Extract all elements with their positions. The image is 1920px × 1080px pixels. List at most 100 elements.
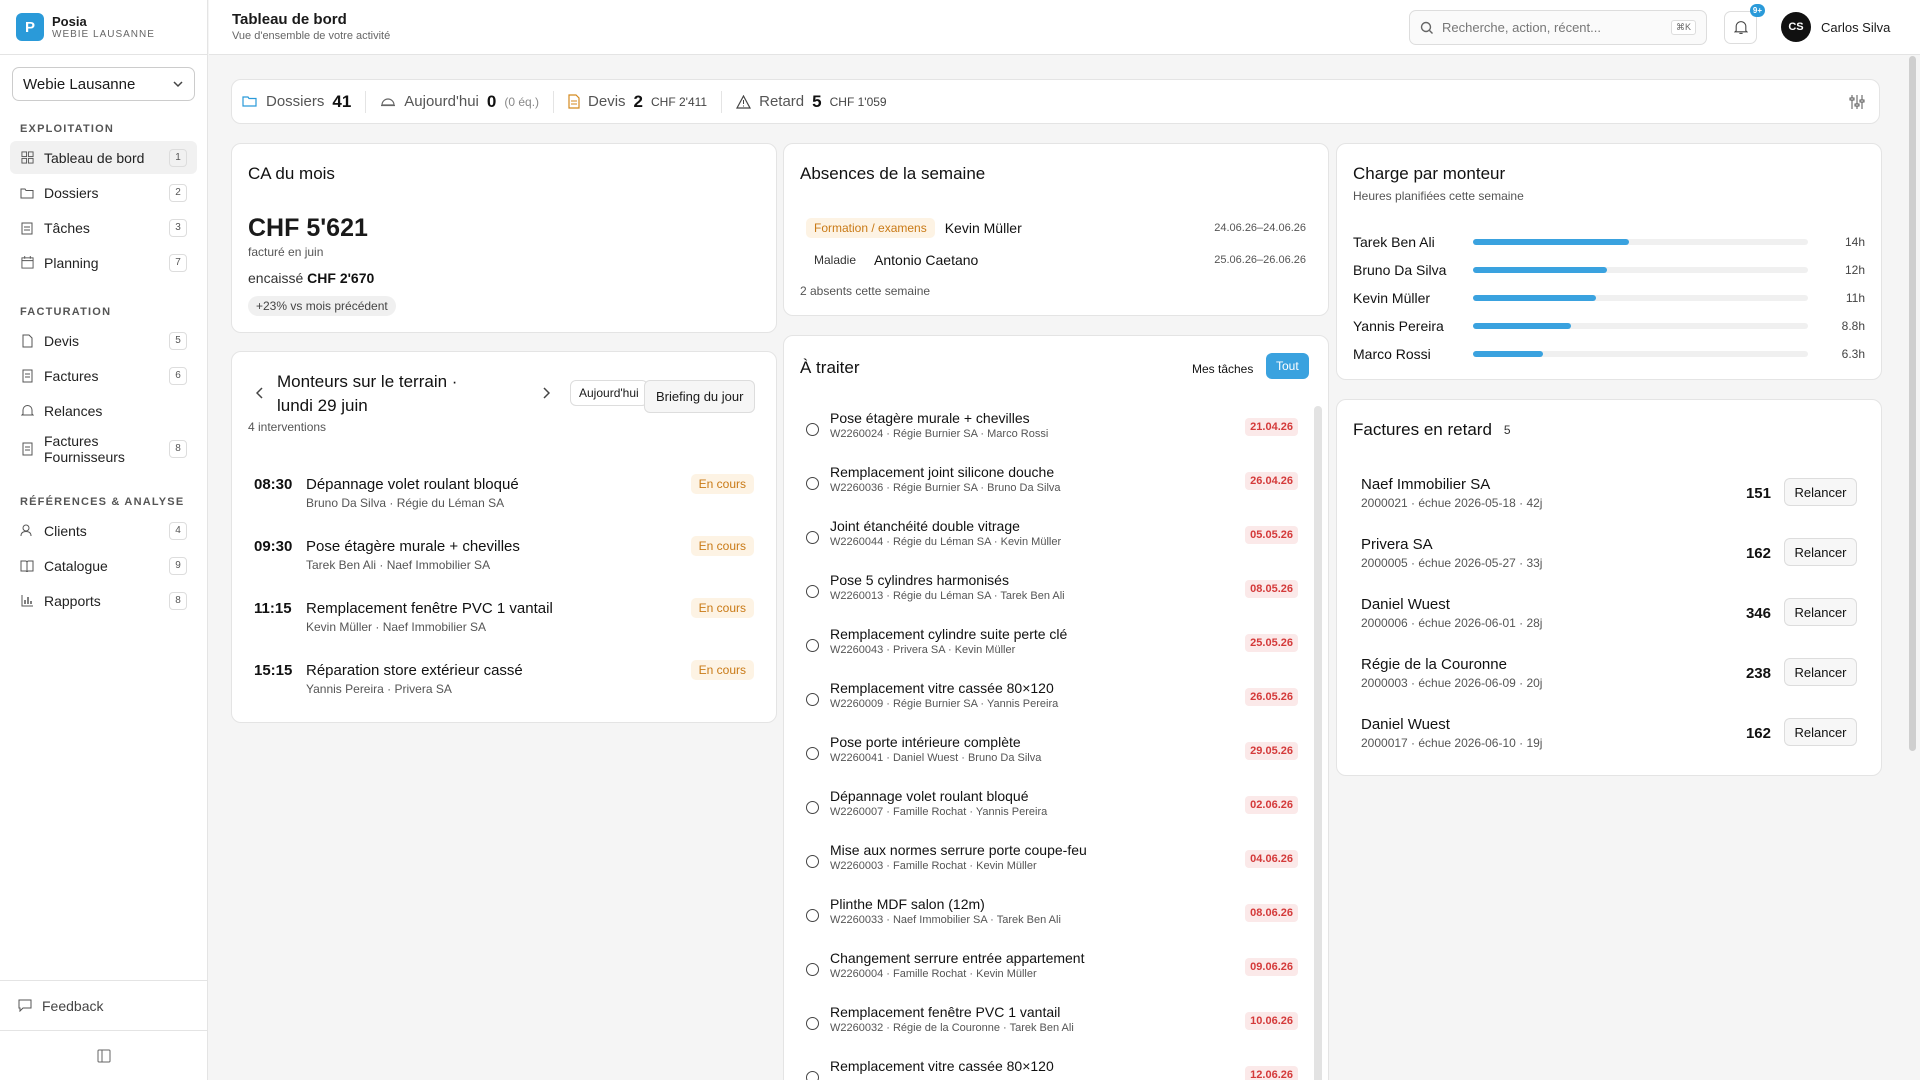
sidebar-item-factures-fournisseurs[interactable]: Factures Fournisseurs 8	[10, 429, 197, 469]
task-row[interactable]: Changement serrure entrée appartement W22…	[806, 950, 1298, 994]
task-row[interactable]: Remplacement vitre cassée 80×120 W2260009…	[806, 680, 1298, 724]
stat-aujourdhui[interactable]: Aujourd'hui 0 (0 éq.)	[380, 90, 555, 113]
sidebar-item-catalogue[interactable]: Catalogue 9	[10, 549, 197, 582]
feedback-label: Feedback	[42, 997, 104, 1014]
tab-mes-taches[interactable]: Mes tâches	[1184, 358, 1261, 380]
task-checkbox[interactable]	[806, 963, 819, 976]
relancer-button[interactable]: Relancer	[1784, 598, 1857, 626]
intervention-row[interactable]: 11:15 Remplacement fenêtre PVC 1 vantail…	[254, 598, 754, 640]
task-row[interactable]: Pose 5 cylindres harmonisés W2260013 · Ré…	[806, 572, 1298, 616]
absence-date: 25.06.26–26.06.26	[1214, 254, 1306, 266]
task-title: Dépannage volet roulant bloqué	[830, 788, 1029, 804]
a-traiter-card: À traiter Mes tâches Tout Pose étagère m…	[783, 335, 1329, 1080]
monteur-name: Bruno Da Silva	[1353, 262, 1447, 278]
absence-row[interactable]: Formation / examens Kevin Müller 24.06.2…	[806, 216, 1306, 240]
task-row[interactable]: Remplacement vitre cassée 80×120 12.06.26	[806, 1058, 1298, 1080]
invoice-amount: 238	[1745, 665, 1771, 682]
sidebar-item-dossiers[interactable]: Dossiers 2	[10, 176, 197, 209]
task-row[interactable]: Joint étanchéité double vitrage W2260044 …	[806, 518, 1298, 562]
ca-du-mois-card: CA du mois CHF 5'621 facturé en juin enc…	[231, 143, 777, 333]
task-checkbox[interactable]	[806, 423, 819, 436]
task-row[interactable]: Plinthe MDF salon (12m) W2260033 · Naef I…	[806, 896, 1298, 940]
task-row[interactable]: Dépannage volet roulant bloqué W2260007 ·…	[806, 788, 1298, 832]
intervention-row[interactable]: 15:15 Réparation store extérieur cassé Y…	[254, 660, 754, 702]
notifications-button[interactable]: 9+	[1724, 4, 1765, 44]
feedback-button[interactable]: Feedback	[0, 980, 207, 1030]
company-select[interactable]: Webie Lausanne	[12, 67, 195, 101]
today-button[interactable]: Aujourd'hui	[570, 380, 648, 406]
user-name[interactable]: Carlos Silva	[1821, 20, 1890, 35]
stat-devis[interactable]: Devis 2 CHF 2'411	[568, 90, 723, 113]
sidebar-item-factures[interactable]: Factures 6	[10, 359, 197, 392]
collapse-sidebar-button[interactable]	[0, 1030, 207, 1080]
task-checkbox[interactable]	[806, 855, 819, 868]
status-badge: En cours	[690, 598, 754, 618]
chevron-left-icon[interactable]	[255, 386, 264, 402]
sidebar-item-devis[interactable]: Devis 5	[10, 324, 197, 357]
tab-tout[interactable]: Tout	[1266, 353, 1309, 379]
sidebar-item-rapports[interactable]: Rapports 8	[10, 584, 197, 617]
stat-value: 5	[812, 91, 822, 111]
task-row[interactable]: Remplacement fenêtre PVC 1 vantail W22600…	[806, 1004, 1298, 1048]
task-checkbox[interactable]	[806, 693, 819, 706]
invoice-meta: 2000003 · échue 2026-06-09 · 20j	[1361, 676, 1543, 690]
relancer-button[interactable]: Relancer	[1784, 718, 1857, 746]
sidebar-item-planning[interactable]: Planning 7	[10, 246, 197, 279]
search-input[interactable]: Recherche, action, récent... ⌘K	[1409, 10, 1707, 45]
task-checkbox[interactable]	[806, 747, 819, 760]
settings-sliders-icon[interactable]	[1849, 94, 1865, 110]
stat-label: Aujourd'hui	[404, 93, 479, 110]
search-icon	[1420, 21, 1433, 34]
chevron-right-icon[interactable]	[542, 386, 551, 402]
briefing-button[interactable]: Briefing du jour	[644, 380, 756, 413]
due-date-badge: 25.05.26	[1245, 634, 1298, 652]
task-row[interactable]: Remplacement cylindre suite perte clé W22…	[806, 626, 1298, 670]
task-checkbox[interactable]	[806, 531, 819, 544]
charge-row: Tarek Ben Ali 14h	[1353, 232, 1865, 252]
sidebar-item-label: Factures Fournisseurs	[44, 433, 125, 465]
task-checkbox[interactable]	[806, 1017, 819, 1030]
task-row[interactable]: Pose étagère murale + chevilles W2260024 …	[806, 410, 1298, 454]
stat-dossiers[interactable]: Dossiers 41	[242, 90, 367, 113]
task-row[interactable]: Pose porte intérieure complète W2260041 ·…	[806, 734, 1298, 778]
status-badge: En cours	[690, 660, 754, 680]
relancer-button[interactable]: Relancer	[1784, 538, 1857, 566]
task-row[interactable]: Remplacement joint silicone douche W22600…	[806, 464, 1298, 508]
overdue-invoice-row[interactable]: Régie de la Couronne 2000003 · échue 2026…	[1361, 656, 1857, 696]
intervention-row[interactable]: 09:30 Pose étagère murale + chevilles Ta…	[254, 536, 754, 578]
task-checkbox[interactable]	[806, 639, 819, 652]
task-row[interactable]: Mise aux normes serrure porte coupe-feu W…	[806, 842, 1298, 886]
task-checkbox[interactable]	[806, 585, 819, 598]
brand[interactable]: P Posia WEBIE LAUSANNE	[0, 0, 207, 55]
overdue-invoice-row[interactable]: Naef Immobilier SA 2000021 · échue 2026-0…	[1361, 476, 1857, 516]
list-scrollbar[interactable]	[1314, 406, 1322, 1080]
stat-retard[interactable]: Retard 5 CHF 1'059	[736, 91, 900, 113]
client-name: Daniel Wuest	[1361, 716, 1450, 733]
posia-logo: P	[16, 13, 44, 41]
overdue-invoice-row[interactable]: Daniel Wuest 2000006 · échue 2026-06-01 ·…	[1361, 596, 1857, 636]
stat-label: Retard	[759, 93, 805, 110]
sidebar-item-label: Tableau de bord	[44, 149, 145, 166]
task-meta: W2260036 · Régie Burnier SA · Bruno Da S…	[830, 482, 1061, 494]
relancer-button[interactable]: Relancer	[1784, 478, 1857, 506]
absence-row[interactable]: Maladie Antonio Caetano 25.06.26–26.06.2…	[806, 248, 1306, 272]
avatar[interactable]: CS	[1781, 12, 1811, 42]
sidebar-item-taches[interactable]: Tâches 3	[10, 211, 197, 244]
sidebar-item-tableau-de-bord[interactable]: Tableau de bord 1	[10, 141, 197, 174]
sidebar-item-clients[interactable]: Clients 4	[10, 514, 197, 547]
relancer-button[interactable]: Relancer	[1784, 658, 1857, 686]
page-scrollbar[interactable]	[1909, 56, 1916, 751]
overdue-invoice-row[interactable]: Daniel Wuest 2000017 · échue 2026-06-10 ·…	[1361, 716, 1857, 756]
task-meta: W2260033 · Naef Immobilier SA · Tarek Be…	[830, 914, 1061, 926]
task-title: Remplacement cylindre suite perte clé	[830, 626, 1068, 642]
sidebar-item-relances[interactable]: Relances	[10, 394, 197, 427]
overdue-invoice-row[interactable]: Privera SA 2000005 · échue 2026-05-27 · 3…	[1361, 536, 1857, 576]
shortcut-badge: 8	[169, 591, 187, 610]
charge-row: Marco Rossi 6.3h	[1353, 344, 1865, 364]
task-checkbox[interactable]	[806, 477, 819, 490]
due-date-badge: 08.06.26	[1245, 904, 1298, 922]
intervention-row[interactable]: 08:30 Dépannage volet roulant bloqué Bru…	[254, 474, 754, 516]
task-checkbox[interactable]	[806, 909, 819, 922]
task-checkbox[interactable]	[806, 801, 819, 814]
task-checkbox[interactable]	[806, 1071, 819, 1080]
